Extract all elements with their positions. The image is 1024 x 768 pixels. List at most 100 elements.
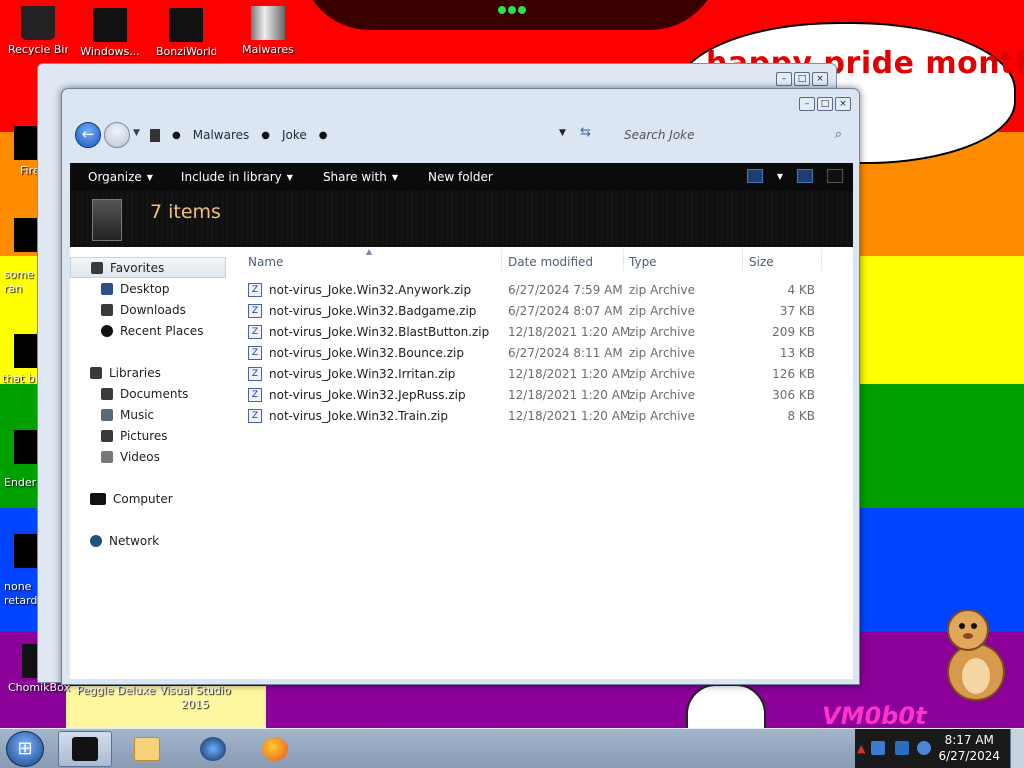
refresh-icon[interactable]: ⇆ bbox=[580, 125, 591, 140]
zip-file-icon: Z bbox=[248, 409, 262, 423]
nav-libraries[interactable]: Libraries bbox=[70, 362, 161, 383]
column-divider[interactable] bbox=[821, 249, 822, 271]
vm-watermark: VM0b0t bbox=[822, 702, 927, 730]
nav-label: Pictures bbox=[120, 428, 168, 443]
column-header-type[interactable]: Type bbox=[629, 255, 657, 269]
file-row[interactable]: Z not-virus_Joke.Win32.BlastButton.zip 1… bbox=[240, 322, 853, 343]
close-button[interactable]: × bbox=[812, 72, 828, 86]
column-divider[interactable] bbox=[501, 249, 502, 271]
file-date: 12/18/2021 1:20 AM bbox=[508, 367, 631, 381]
nav-label: Favorites bbox=[110, 260, 165, 275]
minimize-button[interactable]: – bbox=[776, 72, 792, 86]
clock[interactable]: 8:17 AM 6/27/2024 bbox=[938, 732, 1000, 764]
zip-file-icon: Z bbox=[248, 325, 262, 339]
desktop-icon-windows[interactable]: Windows... bbox=[80, 8, 140, 58]
column-header-name[interactable]: Name bbox=[248, 255, 283, 269]
nav-network[interactable]: Network bbox=[70, 530, 159, 551]
column-header-size[interactable]: Size bbox=[749, 255, 774, 269]
breadcrumb-joke[interactable]: Joke bbox=[282, 128, 307, 142]
app-icon bbox=[169, 8, 203, 42]
file-size: 209 KB bbox=[772, 325, 815, 339]
file-row[interactable]: Z not-virus_Joke.Win32.Anywork.zip 6/27/… bbox=[240, 280, 853, 301]
folder-icon bbox=[251, 6, 285, 40]
file-name: not-virus_Joke.Win32.Irritan.zip bbox=[269, 367, 456, 381]
share-with-button[interactable]: Share with ▼ bbox=[313, 170, 408, 184]
nav-favorites[interactable]: Favorites bbox=[70, 257, 226, 278]
file-date: 6/27/2024 7:59 AM bbox=[508, 283, 623, 297]
taskbar-app-button[interactable] bbox=[186, 731, 240, 767]
new-folder-button[interactable]: New folder bbox=[418, 170, 503, 184]
help-icon[interactable] bbox=[827, 169, 843, 183]
column-divider[interactable] bbox=[623, 249, 624, 271]
recent-pages-dropdown[interactable]: ▼ bbox=[133, 128, 140, 138]
desktop-icon-visual-studio[interactable]: Visual Studio 2015 bbox=[158, 684, 232, 712]
column-divider[interactable] bbox=[742, 249, 743, 271]
search-input[interactable]: Search Joke bbox=[624, 128, 695, 142]
taskbar-explorer-button[interactable] bbox=[58, 731, 112, 767]
nav-desktop[interactable]: Desktop bbox=[70, 278, 170, 299]
nav-documents[interactable]: Documents bbox=[70, 383, 188, 404]
clock-time: 8:17 AM bbox=[944, 733, 994, 747]
nav-music[interactable]: Music bbox=[70, 404, 154, 425]
breadcrumb-malwares[interactable]: Malwares bbox=[193, 128, 250, 142]
nav-downloads[interactable]: Downloads bbox=[70, 299, 186, 320]
breadcrumb-separator-icon[interactable]: ● bbox=[172, 130, 181, 141]
command-bar: Organize ▼ Include in library ▼ Share wi… bbox=[70, 163, 853, 191]
window-controls: – □ × bbox=[776, 72, 828, 86]
file-row[interactable]: Z not-virus_Joke.Win32.Irritan.zip 12/18… bbox=[240, 364, 853, 385]
close-button[interactable]: × bbox=[835, 97, 851, 111]
maximize-button[interactable]: □ bbox=[794, 72, 810, 86]
file-row[interactable]: Z not-virus_Joke.Win32.Badgame.zip 6/27/… bbox=[240, 301, 853, 322]
file-row[interactable]: Z not-virus_Joke.Win32.Train.zip 12/18/2… bbox=[240, 406, 853, 427]
taskbar-firefox-button[interactable] bbox=[248, 731, 302, 767]
column-header-date[interactable]: Date modified bbox=[508, 255, 593, 269]
minimize-button[interactable]: – bbox=[799, 97, 815, 111]
start-button[interactable]: ⊞ bbox=[6, 731, 44, 767]
chevron-down-icon[interactable]: ▼ bbox=[777, 172, 783, 181]
hamster-image bbox=[947, 609, 1005, 701]
nav-label: Music bbox=[120, 407, 155, 422]
chevron-down-icon: ▼ bbox=[391, 172, 398, 182]
back-button[interactable]: ← bbox=[75, 122, 101, 148]
explorer-window[interactable]: – □ × ← ▼ ● Malwares ● Joke ● ▼ ⇆ Search… bbox=[61, 88, 860, 685]
show-hidden-icons-icon[interactable]: ▲ bbox=[857, 742, 865, 755]
desktop-icon-recycle-bin[interactable]: Recycle Bin bbox=[8, 6, 68, 56]
volume-icon[interactable] bbox=[917, 741, 931, 755]
show-desktop-button[interactable] bbox=[1010, 729, 1024, 768]
download-icon bbox=[101, 303, 113, 316]
breadcrumb-separator-icon[interactable]: ● bbox=[261, 130, 270, 141]
nav-pictures[interactable]: Pictures bbox=[70, 425, 168, 446]
file-type: zip Archive bbox=[629, 388, 695, 402]
nav-label: Libraries bbox=[109, 365, 161, 380]
nav-computer[interactable]: Computer bbox=[70, 488, 173, 509]
organize-button[interactable]: Organize ▼ bbox=[78, 170, 163, 184]
chevron-down-icon: ▼ bbox=[146, 172, 153, 182]
desktop-icon-bonziworld[interactable]: BonziWorld bbox=[156, 8, 216, 58]
address-dropdown-icon[interactable]: ▼ bbox=[559, 128, 566, 138]
file-row[interactable]: Z not-virus_Joke.Win32.Bounce.zip 6/27/2… bbox=[240, 343, 853, 364]
nav-videos[interactable]: Videos bbox=[70, 446, 160, 467]
zip-file-icon: Z bbox=[248, 304, 262, 318]
folder-icon bbox=[93, 8, 127, 42]
clock-date: 6/27/2024 bbox=[938, 749, 1000, 763]
preview-pane-icon[interactable] bbox=[797, 169, 813, 183]
desktop-icon-malwares[interactable]: Malwares bbox=[238, 6, 298, 56]
maximize-button[interactable]: □ bbox=[817, 97, 833, 111]
tray-app-icon[interactable] bbox=[871, 741, 885, 755]
details-header: 7 items bbox=[70, 191, 853, 247]
chevron-down-icon: ▼ bbox=[286, 172, 293, 182]
search-icon[interactable]: ⌕ bbox=[835, 127, 842, 142]
forward-button[interactable] bbox=[104, 122, 130, 148]
include-in-library-button[interactable]: Include in library ▼ bbox=[171, 170, 303, 184]
search-box[interactable]: Search Joke ⌕ bbox=[616, 122, 850, 148]
desktop-icon-peggle[interactable]: Peggle Deluxe bbox=[74, 684, 158, 697]
taskbar-media-player-button[interactable] bbox=[120, 731, 174, 767]
file-date: 6/27/2024 8:07 AM bbox=[508, 304, 623, 318]
network-icon[interactable] bbox=[895, 741, 909, 755]
explorer-icon bbox=[72, 737, 98, 761]
address-bar[interactable]: ● Malwares ● Joke ● bbox=[146, 122, 600, 148]
nav-recent-places[interactable]: Recent Places bbox=[70, 320, 203, 341]
view-options-icon[interactable] bbox=[746, 169, 763, 183]
breadcrumb-separator-icon[interactable]: ● bbox=[319, 130, 328, 141]
file-row[interactable]: Z not-virus_Joke.Win32.JepRuss.zip 12/18… bbox=[240, 385, 853, 406]
